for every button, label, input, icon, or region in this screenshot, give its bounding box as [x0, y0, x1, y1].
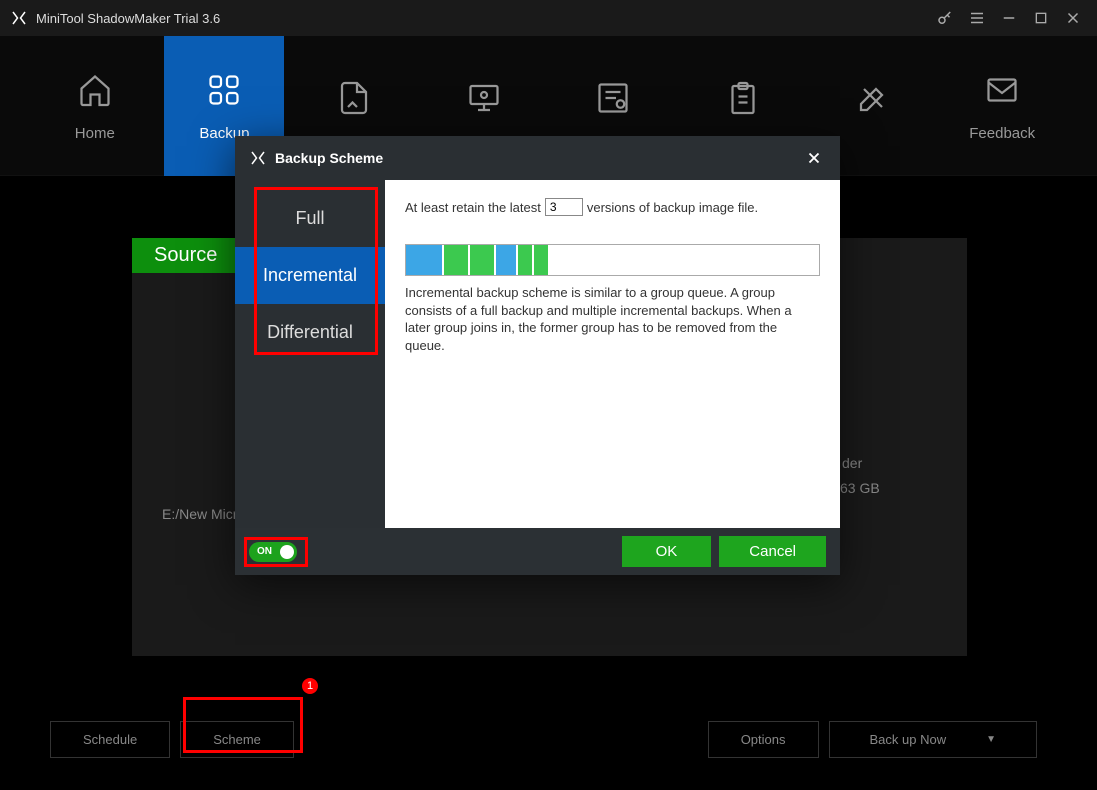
list-gear-icon	[593, 78, 633, 118]
backup-scheme-dialog: Backup Scheme Full Incremental Different…	[235, 136, 840, 575]
app-logo-icon	[10, 9, 28, 27]
dialog-close-button[interactable]	[802, 146, 826, 170]
highlight-badge-1: 1	[302, 678, 318, 694]
bottom-toolbar: Schedule Scheme Options Back up Now ▼	[0, 721, 1097, 758]
home-icon	[75, 70, 115, 110]
file-sync-icon	[334, 78, 374, 118]
dialog-footer: ON OK Cancel	[235, 528, 840, 575]
source-tab[interactable]: Source	[132, 238, 239, 273]
key-icon[interactable]	[931, 4, 959, 32]
full-backup-block	[406, 245, 442, 275]
scheme-content: At least retain the latest versions of b…	[385, 180, 840, 528]
scheme-tabs: Full Incremental Differential	[235, 180, 385, 528]
retain-prefix: At least retain the latest	[405, 200, 541, 215]
scheme-button[interactable]: Scheme	[180, 721, 294, 758]
destination-label-fragment: der	[842, 455, 862, 471]
minimize-icon[interactable]	[995, 4, 1023, 32]
envelope-icon	[982, 70, 1022, 110]
maximize-icon[interactable]	[1027, 4, 1055, 32]
grid-icon	[204, 70, 244, 110]
scheme-tab-incremental[interactable]: Incremental	[235, 247, 385, 304]
incremental-block	[518, 245, 532, 275]
nav-label: Feedback	[969, 125, 1035, 142]
toggle-knob	[280, 545, 294, 559]
app-title: MiniTool ShadowMaker Trial 3.6	[36, 11, 220, 26]
menu-icon[interactable]	[963, 4, 991, 32]
full-backup-block	[496, 245, 516, 275]
dialog-cancel-button[interactable]: Cancel	[719, 536, 826, 567]
scheme-enable-toggle[interactable]: ON	[249, 542, 297, 562]
clipboard-icon	[723, 78, 763, 118]
incremental-block	[444, 245, 468, 275]
dialog-header: Backup Scheme	[235, 136, 840, 180]
nav-feedback[interactable]: Feedback	[942, 36, 1062, 176]
scheme-description: Incremental backup scheme is similar to …	[405, 284, 820, 354]
dialog-body: Full Incremental Differential At least r…	[235, 180, 840, 528]
restore-icon	[464, 78, 504, 118]
caret-down-icon: ▼	[986, 734, 996, 745]
incremental-block	[534, 245, 548, 275]
nav-label: Home	[75, 125, 115, 142]
tools-icon	[853, 78, 893, 118]
toggle-label: ON	[257, 546, 272, 557]
nav-home[interactable]: Home	[35, 36, 155, 176]
schedule-button[interactable]: Schedule	[50, 721, 170, 758]
scheme-tab-differential[interactable]: Differential	[235, 304, 385, 361]
scheme-tab-full[interactable]: Full	[235, 190, 385, 247]
backup-now-label: Back up Now	[870, 732, 947, 747]
options-button[interactable]: Options	[708, 721, 819, 758]
close-icon[interactable]	[1059, 4, 1087, 32]
retain-setting: At least retain the latest versions of b…	[405, 198, 820, 216]
dialog-title: Backup Scheme	[275, 150, 383, 166]
retain-versions-input[interactable]	[545, 198, 583, 216]
incremental-block	[470, 245, 494, 275]
backup-now-button[interactable]: Back up Now ▼	[829, 721, 1038, 758]
scheme-logo-icon	[249, 149, 267, 167]
dialog-ok-button[interactable]: OK	[622, 536, 712, 567]
destination-size-fragment: 63 GB	[840, 480, 880, 496]
title-bar: MiniTool ShadowMaker Trial 3.6	[0, 0, 1097, 36]
retain-suffix: versions of backup image file.	[587, 200, 758, 215]
scheme-visual	[405, 244, 820, 276]
